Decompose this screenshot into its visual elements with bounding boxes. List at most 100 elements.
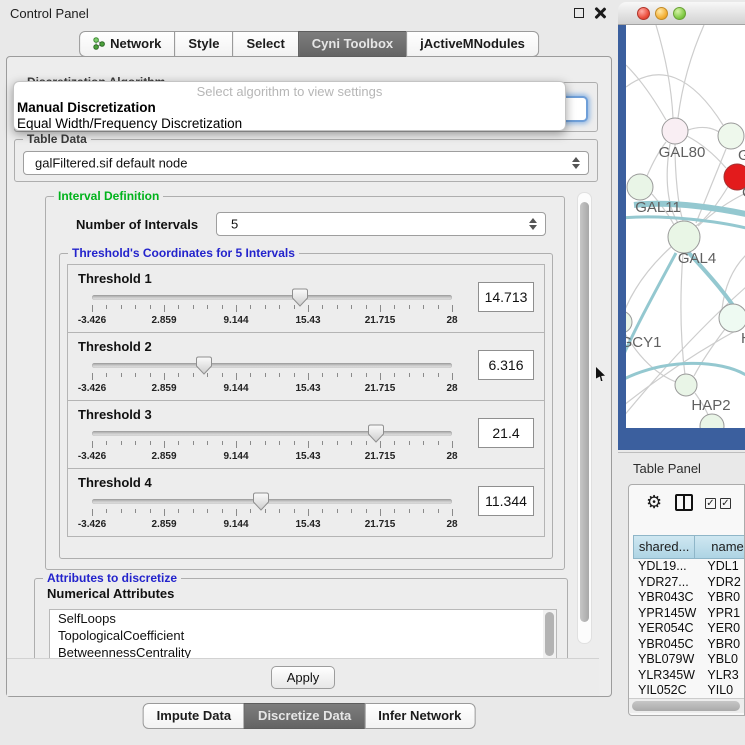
slider-track[interactable] — [92, 431, 452, 436]
tick-mark — [452, 509, 453, 516]
network-edge[interactable] — [722, 255, 745, 309]
top-green-node[interactable] — [718, 123, 744, 149]
checkbox-select-icon[interactable]: ✓ — [705, 498, 716, 509]
slider-track[interactable] — [92, 499, 452, 504]
cell-name: YER0 — [707, 621, 745, 637]
tick-mark — [308, 509, 309, 516]
threshold-rows: Threshold 1-3.4262.8599.14415.4321.71528… — [67, 264, 545, 537]
slider-track[interactable] — [92, 295, 452, 300]
tick-mark — [250, 441, 251, 445]
table-row[interactable]: YBL079WYBL0 — [629, 652, 745, 668]
network-canvas[interactable]: GAL80GACGAL11GAL4GCY1HHAP2 — [626, 25, 745, 428]
tick-mark — [394, 373, 395, 377]
tab-network[interactable]: Network — [79, 31, 175, 57]
slider-thumb[interactable] — [367, 424, 385, 444]
list-item[interactable]: TopologicalCoefficient — [50, 627, 556, 644]
minimize-window-icon[interactable] — [655, 7, 668, 20]
table-horizontal-scrollbar[interactable] — [629, 698, 745, 713]
bottom-node[interactable] — [700, 414, 724, 428]
network-edge[interactable] — [688, 127, 719, 132]
tab-cyni-toolbox[interactable]: Cyni Toolbox — [298, 31, 407, 57]
tab-infer-network[interactable]: Infer Network — [364, 703, 475, 729]
network-window-titlebar[interactable] — [618, 2, 745, 25]
slider-thumb[interactable] — [195, 356, 213, 376]
apply-button[interactable]: Apply — [271, 666, 335, 689]
tab-label: Discretize Data — [258, 708, 351, 723]
threshold-value-field[interactable]: 21.4 — [478, 418, 534, 448]
threshold-value-field[interactable]: 6.316 — [478, 350, 534, 380]
tick-mark — [106, 373, 107, 377]
tick-mark — [308, 441, 309, 448]
cell-shared-name: YDR27... — [638, 575, 707, 591]
tick-mark — [92, 441, 93, 448]
threshold-value-field[interactable]: 11.344 — [478, 486, 534, 516]
GAL11-node[interactable] — [627, 174, 653, 200]
numerical-attributes-list[interactable]: SelfLoopsTopologicalCoefficientBetweenne… — [49, 609, 557, 661]
tab-style[interactable]: Style — [174, 31, 233, 57]
slider-thumb[interactable] — [291, 288, 309, 308]
tab-jactivemnodules[interactable]: jActiveMNodules — [406, 31, 539, 57]
threshold-slider[interactable]: -3.4262.8599.14415.4321.71528 — [92, 295, 452, 331]
attributes-scrollbar[interactable] — [543, 610, 556, 660]
tick-mark — [150, 373, 151, 377]
network-edge[interactable] — [656, 25, 673, 118]
tick-mark — [409, 305, 410, 309]
GAL80-node[interactable] — [662, 118, 688, 144]
control-panel-tabs: NetworkStyleSelectCyni ToolboxjActiveMNo… — [79, 31, 539, 57]
tick-label: 2.859 — [151, 315, 176, 326]
slider-thumb[interactable] — [252, 492, 270, 512]
tick-mark — [279, 441, 280, 445]
tab-label: Infer Network — [378, 708, 461, 723]
settings-gear-icon[interactable]: ⚙ — [646, 492, 662, 513]
table-header-row: shared... name — [629, 535, 745, 559]
network-edge[interactable] — [678, 25, 704, 118]
GAL4-node[interactable] — [668, 221, 700, 253]
table-row[interactable]: YIL052CYIL0 — [629, 683, 745, 699]
table-row[interactable]: YPR145WYPR1 — [629, 606, 745, 622]
list-item[interactable]: SelfLoops — [50, 610, 556, 627]
tab-impute-data[interactable]: Impute Data — [143, 703, 245, 729]
scrollbar-thumb[interactable] — [580, 202, 589, 622]
menu-item-manual-discretization[interactable]: Manual Discretization — [14, 100, 565, 116]
GCY1-node[interactable] — [626, 311, 632, 333]
table-data-combobox[interactable]: galFiltered.sif default node — [23, 151, 589, 175]
column-header-shared-name[interactable]: shared... — [633, 535, 695, 559]
threshold-slider[interactable]: -3.4262.8599.14415.4321.71528 — [92, 431, 452, 467]
H-node[interactable] — [719, 304, 745, 332]
table-row[interactable]: YER054CYER0 — [629, 621, 745, 637]
table-row[interactable]: YDL19...YDL1 — [629, 559, 745, 575]
HAP2-node[interactable] — [675, 374, 697, 396]
tick-mark — [409, 441, 410, 445]
threshold-row: Threshold 3-3.4262.8599.14415.4321.71528… — [67, 400, 545, 469]
float-panel-icon[interactable] — [574, 8, 584, 18]
tab-discretize-data[interactable]: Discretize Data — [244, 703, 365, 729]
threshold-slider[interactable]: -3.4262.8599.14415.4321.71528 — [92, 499, 452, 535]
tick-label: 15.43 — [295, 451, 320, 462]
scrollbar-thumb[interactable] — [632, 701, 740, 711]
menu-item-equal-width-discretization[interactable]: Equal Width/Frequency Discretization — [14, 116, 565, 131]
table-row[interactable]: YLR345WYLR3 — [629, 668, 745, 684]
table-row[interactable]: YBR043CYBR0 — [629, 590, 745, 606]
number-of-intervals-combobox[interactable]: 5 — [216, 212, 546, 236]
tick-mark — [236, 305, 237, 312]
close-panel-icon[interactable] — [594, 7, 606, 19]
slider-track[interactable] — [92, 363, 452, 368]
main-vertical-scrollbar[interactable] — [577, 192, 592, 644]
zoom-window-icon[interactable] — [673, 7, 686, 20]
tab-select[interactable]: Select — [232, 31, 298, 57]
table-row[interactable]: YDR27...YDR2 — [629, 575, 745, 591]
tick-mark — [337, 305, 338, 309]
node-table: shared... name YDL19...YDL1YDR27...YDR2Y… — [629, 535, 745, 699]
column-header-name[interactable]: name — [694, 535, 745, 559]
tick-mark — [92, 509, 93, 516]
table-row[interactable]: YBR045CYBR0 — [629, 637, 745, 653]
network-edge[interactable] — [681, 253, 685, 375]
tick-mark — [150, 441, 151, 445]
checkbox-select-icon[interactable]: ✓ — [720, 498, 731, 509]
threshold-slider[interactable]: -3.4262.8599.14415.4321.71528 — [92, 363, 452, 399]
close-window-icon[interactable] — [637, 7, 650, 20]
thresholds-group: Threshold's Coordinates for 5 Intervals … — [59, 253, 553, 559]
network-edge[interactable] — [626, 65, 666, 120]
threshold-value-field[interactable]: 14.713 — [478, 282, 534, 312]
split-columns-icon[interactable] — [675, 494, 693, 511]
